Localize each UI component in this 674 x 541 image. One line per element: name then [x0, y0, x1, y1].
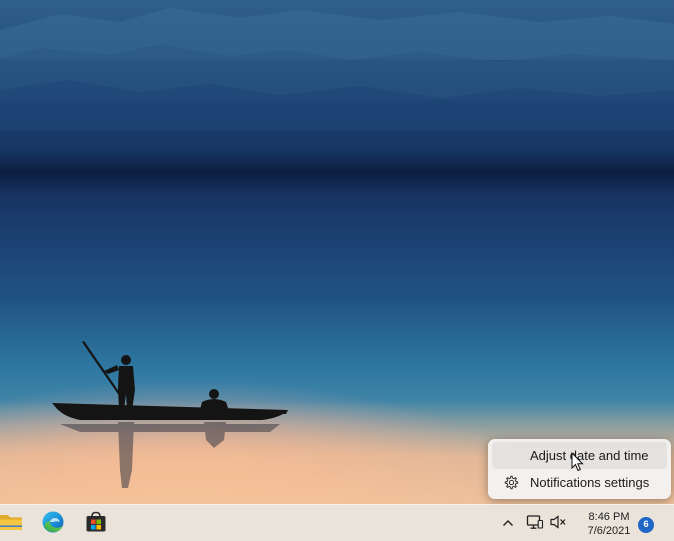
volume-button[interactable]: [547, 513, 569, 535]
taskbar-app-file-explorer[interactable]: [0, 509, 28, 539]
taskbar-clock[interactable]: 8:46 PM 7/6/2021: [578, 510, 640, 540]
desktop[interactable]: Adjust date and time Notifications setti…: [0, 0, 674, 541]
menu-item-label: Notifications settings: [530, 475, 650, 490]
taskbar-app-microsoft-edge[interactable]: [36, 509, 70, 539]
folder-icon: [0, 511, 24, 538]
menu-item-notifications-settings[interactable]: Notifications settings: [492, 469, 667, 496]
menu-item-adjust-date-and-time[interactable]: Adjust date and time: [492, 442, 667, 469]
show-hidden-icons-button[interactable]: [497, 513, 519, 535]
tray-context-menu: Adjust date and time Notifications setti…: [488, 439, 671, 499]
notification-count-badge[interactable]: 6: [638, 517, 654, 533]
clock-date: 7/6/2021: [587, 525, 631, 537]
store-icon: [84, 510, 108, 539]
network-icon: [526, 514, 544, 535]
gear-icon: [492, 475, 530, 490]
clock-time: 8:46 PM: [588, 511, 630, 523]
speaker-muted-icon: [549, 514, 567, 535]
edge-icon: [41, 510, 65, 539]
taskbar: 8:46 PM 7/6/2021 6: [0, 504, 674, 541]
menu-item-label: Adjust date and time: [530, 448, 649, 463]
taskbar-app-microsoft-store[interactable]: [79, 509, 113, 539]
chevron-up-icon: [502, 515, 514, 533]
network-status-button[interactable]: [524, 513, 546, 535]
